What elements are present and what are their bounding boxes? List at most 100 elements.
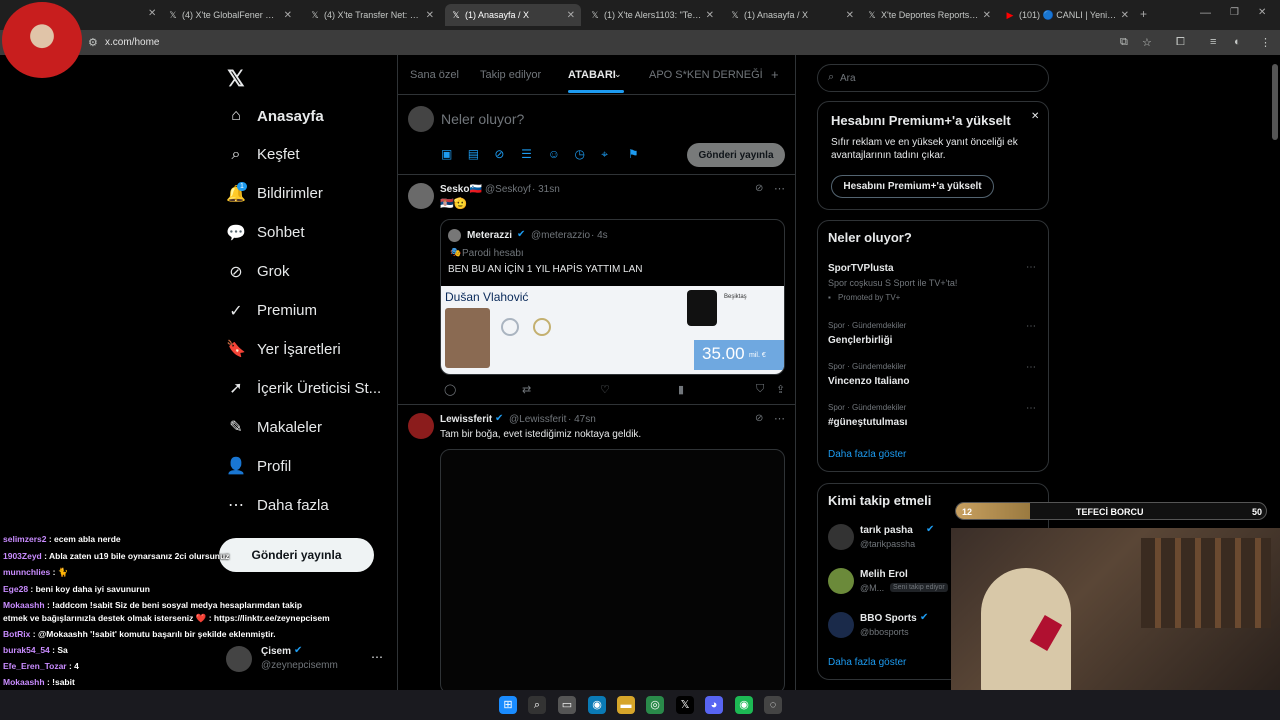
- x-app-icon[interactable]: 𝕏: [676, 696, 694, 714]
- more-icon[interactable]: ⋯: [1026, 262, 1036, 273]
- extensions-icon[interactable]: ⧠: [1176, 36, 1185, 49]
- discord-icon[interactable]: ◕: [705, 696, 723, 714]
- tweet[interactable]: Lewissferit ✔ @Lewissferit · 47sn ⊘ ⋯ Ta…: [398, 405, 795, 694]
- browser-tab[interactable]: ▶ (101) 🔵 CANLI | Yeni Tra ✕: [999, 4, 1135, 26]
- tweet-media[interactable]: [440, 449, 785, 694]
- tab-close-icon[interactable]: ✕: [1121, 10, 1129, 21]
- chrome-icon[interactable]: ◎: [646, 696, 664, 714]
- sidebar-item-bildirimler[interactable]: 🔔 1 Bildirimler: [226, 179, 323, 209]
- tweet-author[interactable]: Sesko🇸🇮: [440, 184, 482, 195]
- profile-icon[interactable]: ◐: [1234, 36, 1241, 48]
- tweet-time[interactable]: · 47sn: [568, 414, 596, 425]
- emoji-icon[interactable]: ☺: [548, 147, 560, 161]
- grok-icon[interactable]: ⊘: [755, 413, 763, 424]
- sidebar-item-i-çerik-üreticisi-st-[interactable]: ➚ İçerik Üreticisi St...: [226, 373, 381, 403]
- flag-icon[interactable]: ⚑: [628, 147, 639, 161]
- quote-tweet[interactable]: Meterazzi ✔ @meterazzio · 4s 🎭 Parodi he…: [440, 219, 785, 375]
- trend-item[interactable]: Spor · Gündemdekiler Vincenzo Italiano ⋯: [828, 362, 1043, 394]
- retweet-icon[interactable]: ⇄: [522, 383, 531, 396]
- views-icon[interactable]: ▮: [678, 383, 684, 396]
- tab-close-icon[interactable]: ✕: [846, 10, 854, 21]
- browser-tab[interactable]: 𝕏 (4) X'te Transfer Net: "🔴 / ✕: [304, 4, 440, 26]
- tab-close-icon[interactable]: ✕: [284, 10, 292, 21]
- more-icon[interactable]: ⋯: [1026, 403, 1036, 414]
- star-icon[interactable]: ☆: [1142, 36, 1152, 49]
- sidebar-item-yer-i-şaretleri[interactable]: 🔖 Yer İşaretleri: [226, 334, 341, 364]
- trend-item[interactable]: Spor · Gündemdekiler Gençlerbirliği ⋯: [828, 321, 1043, 353]
- tab-close-icon[interactable]: ✕: [567, 10, 575, 21]
- tweet-handle[interactable]: @Seskoyf: [485, 184, 531, 195]
- follow-more-link[interactable]: Daha fazla göster: [828, 657, 906, 668]
- image-icon[interactable]: ▣: [441, 147, 452, 161]
- schedule-icon[interactable]: ◷: [575, 147, 585, 161]
- folder-icon[interactable]: ▬: [617, 696, 635, 714]
- browser-tab[interactable]: 𝕏 (1) Anasayfa / X ✕: [724, 4, 860, 26]
- poll-icon[interactable]: ☰: [521, 147, 532, 161]
- site-info-icon[interactable]: ⚙: [88, 36, 98, 49]
- sidebar-item-keşfet[interactable]: ⌕ Keşfet: [226, 140, 300, 170]
- location-icon[interactable]: ⌖: [601, 147, 608, 162]
- sidebar-item-daha-fazla[interactable]: ⋯ Daha fazla: [226, 490, 329, 520]
- search-input[interactable]: Ara: [840, 73, 856, 84]
- install-icon[interactable]: ⧉: [1120, 36, 1128, 49]
- browser-tab[interactable]: 𝕏 (4) X'te GlobalFener 🔭: "S ✕: [162, 4, 298, 26]
- more-icon[interactable]: ⋯: [774, 182, 785, 195]
- composer-post-button[interactable]: Gönderi yayınla: [687, 143, 785, 167]
- window-close-icon[interactable]: ✕: [1258, 7, 1266, 18]
- edge-icon[interactable]: ◉: [588, 696, 606, 714]
- more-icon[interactable]: ⋯: [774, 412, 785, 425]
- tweet-author[interactable]: Lewissferit: [440, 414, 492, 425]
- tab-close-icon[interactable]: ✕: [983, 10, 991, 21]
- promoted-trend[interactable]: SporTVPlusta Spor coşkusu S Sport ile TV…: [828, 262, 1043, 304]
- files-icon[interactable]: ▭: [558, 696, 576, 714]
- browser-tab[interactable]: 𝕏 (1) X'te Alers1103: "Tesisle ✕: [584, 4, 720, 26]
- composer-input[interactable]: Neler oluyor?: [441, 111, 524, 127]
- more-icon[interactable]: ⋯: [1026, 362, 1036, 373]
- restore-icon[interactable]: ❐: [1230, 7, 1239, 18]
- tab-sana-özel[interactable]: Sana özel: [410, 69, 459, 81]
- more-icon[interactable]: ⋯: [1026, 321, 1036, 332]
- tab-close-icon[interactable]: ✕: [706, 10, 714, 21]
- sidebar-item-sohbet[interactable]: 💬 Sohbet: [226, 218, 305, 248]
- search-icon[interactable]: ⌕: [528, 696, 546, 714]
- browser-tab[interactable]: 𝕏 X'te Deportes Reports: "Bo ✕: [861, 4, 997, 26]
- bookmark-icon[interactable]: ⛉: [756, 383, 764, 396]
- tweet-handle[interactable]: @Lewissferit: [509, 414, 566, 425]
- reply-icon[interactable]: ◯: [444, 383, 456, 396]
- premium-upgrade-button[interactable]: Hesabını Premium+'a yükselt: [831, 175, 994, 198]
- tab-close-icon[interactable]: ✕: [426, 10, 434, 21]
- close-icon[interactable]: ✕: [1031, 111, 1039, 122]
- sidebar-item-makaleler[interactable]: ✎ Makaleler: [226, 412, 322, 442]
- trend-item[interactable]: Spor · Gündemdekiler #güneştutulması ⋯: [828, 403, 1043, 435]
- tab-close-icon[interactable]: ✕: [148, 8, 156, 19]
- grok-icon[interactable]: ⊘: [494, 147, 504, 161]
- sidebar-item-premium[interactable]: ✓ Premium: [226, 296, 317, 326]
- spotify-icon[interactable]: ◉: [735, 696, 753, 714]
- search-box[interactable]: ⌕ Ara: [817, 64, 1049, 92]
- like-icon[interactable]: ♡: [600, 383, 610, 396]
- page-scrollbar[interactable]: [1272, 64, 1278, 140]
- url-field[interactable]: x.com/home: [105, 37, 159, 48]
- share-icon[interactable]: ⇪: [776, 383, 785, 396]
- chevron-down-icon[interactable]: ⌄: [614, 69, 622, 80]
- tab-takip-edilyor[interactable]: Takip edilyor: [480, 69, 541, 81]
- tweet[interactable]: Sesko🇸🇮 @Seskoyf · 31sn ⊘ ⋯ 🇷🇸🫡 Meterazz…: [398, 175, 795, 404]
- grok-icon[interactable]: ⊘: [755, 183, 763, 194]
- minimize-icon[interactable]: —: [1200, 7, 1211, 19]
- tab-apo-s-ken-derneği-[interactable]: APO S*KEN DERNEĞİ: [649, 69, 763, 81]
- x-logo-icon[interactable]: 𝕏: [227, 66, 245, 92]
- gif-icon[interactable]: ▤: [468, 147, 479, 161]
- obs-icon[interactable]: ◌: [764, 696, 782, 714]
- sidebar-item-grok[interactable]: ⊘ Grok: [226, 257, 289, 287]
- add-tab-button[interactable]: +: [771, 67, 779, 82]
- media-icon[interactable]: ≡: [1210, 36, 1216, 48]
- new-tab-icon[interactable]: +: [1140, 7, 1147, 21]
- trends-more-link[interactable]: Daha fazla göster: [828, 449, 906, 460]
- sidebar-item-profil[interactable]: 👤 Profil: [226, 451, 291, 481]
- tweet-time[interactable]: · 31sn: [532, 184, 560, 195]
- windows-icon[interactable]: ⊞: [499, 696, 517, 714]
- sidebar-item-anasayfa[interactable]: ⌂ Anasayfa: [226, 101, 324, 131]
- menu-icon[interactable]: ⋮: [1260, 36, 1271, 49]
- tab-atabari[interactable]: ATABARI: [568, 69, 616, 81]
- browser-tab[interactable]: 𝕏 (1) Anasayfa / X ✕: [445, 4, 581, 26]
